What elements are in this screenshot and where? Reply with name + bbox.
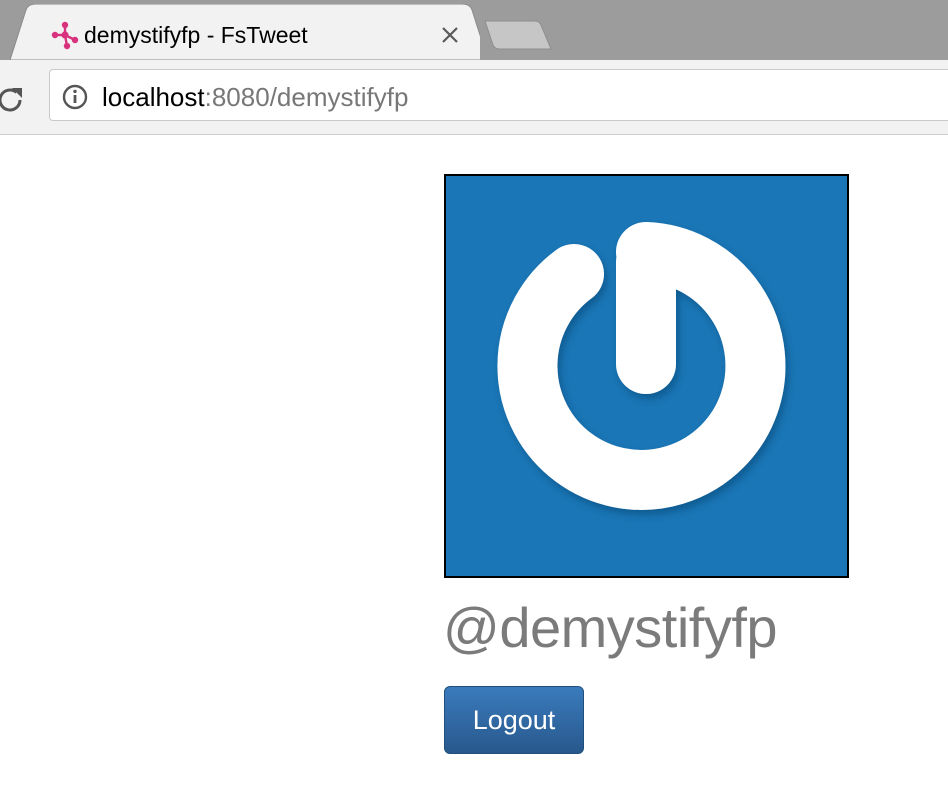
url-text[interactable]: localhost:8080/demystifyfp <box>102 80 408 114</box>
url-host: localhost <box>102 82 205 112</box>
reload-icon[interactable] <box>0 84 26 116</box>
tab-title: demystifyfp - FsTweet <box>84 22 308 48</box>
profile-username: @demystifyfp <box>443 596 778 659</box>
browser-window: demystifyfp - FsTweet localhost:8080/dem… <box>0 0 948 798</box>
new-tab-button[interactable] <box>483 19 555 51</box>
tab-active[interactable]: demystifyfp - FsTweet <box>10 4 480 60</box>
url-path: :8080/demystifyfp <box>204 82 409 112</box>
avatar <box>444 174 849 578</box>
gravatar-power-icon <box>497 222 786 510</box>
close-icon[interactable] <box>438 23 462 47</box>
fstweet-favicon-icon <box>50 20 80 50</box>
logout-button[interactable]: Logout <box>444 686 584 754</box>
tab-strip: demystifyfp - FsTweet <box>0 0 948 60</box>
info-icon[interactable] <box>61 83 89 111</box>
